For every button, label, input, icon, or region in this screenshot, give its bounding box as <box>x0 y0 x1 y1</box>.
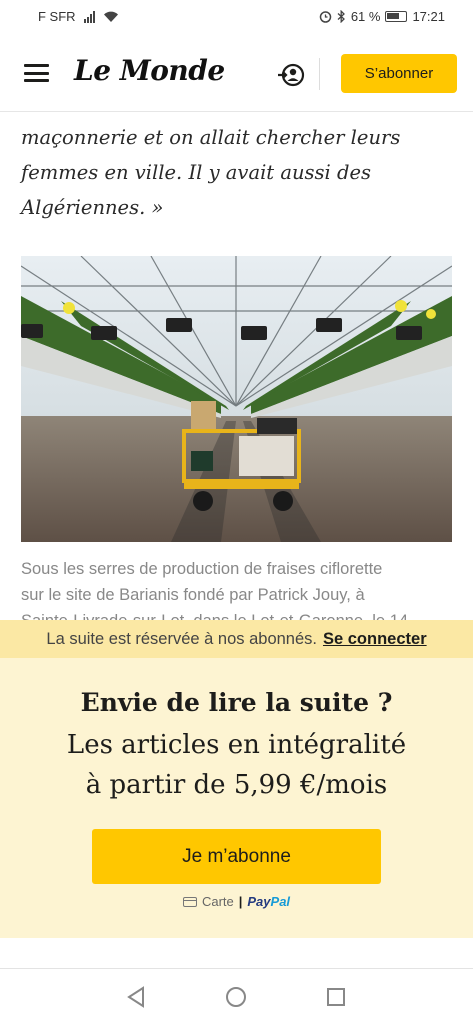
bluetooth-icon <box>337 10 345 23</box>
payment-methods: Carte | PayPal <box>0 894 473 909</box>
site-header: Le Monde S’abonner <box>0 36 473 112</box>
status-left: F SFR <box>38 9 119 24</box>
payment-separator: | <box>238 894 243 909</box>
recent-apps-icon[interactable] <box>327 988 345 1006</box>
account-login-icon[interactable] <box>276 62 306 88</box>
paywall-panel: Envie de lire la suite ? Les articles en… <box>0 658 473 938</box>
back-icon[interactable] <box>126 986 146 1008</box>
article-photo[interactable] <box>21 256 452 542</box>
battery-percent: 61 % <box>350 9 381 24</box>
system-nav-bar <box>0 972 473 1024</box>
le-monde-logo[interactable]: Le Monde <box>74 54 225 87</box>
carrier-label: F SFR <box>38 9 76 24</box>
signal-icon <box>83 10 95 23</box>
subscribe-cta-button[interactable]: Je m’abonne <box>92 829 381 884</box>
quote-line: Algériennes. » <box>21 196 164 219</box>
quote-line: maçonnerie et on allait chercher leurs <box>21 126 401 149</box>
caption-line: Sous les serres de production de fraises… <box>21 560 383 578</box>
wifi-icon <box>103 11 118 22</box>
header-divider <box>319 58 320 90</box>
alarm-icon <box>319 11 332 23</box>
paywall-title: Envie de lire la suite ? <box>80 688 393 717</box>
caption-line: sur le site de Barianis fondé par Patric… <box>21 586 365 604</box>
credit-card-icon <box>182 896 197 907</box>
quote-line: femmes en ville. Il y avait aussi des <box>21 161 372 184</box>
article-quote: maçonnerie et on allait chercher leurs f… <box>21 120 451 225</box>
battery-icon <box>385 11 408 22</box>
clock: 17:21 <box>412 9 445 24</box>
paywall-line: Les articles en intégralité <box>66 730 407 760</box>
payment-card-label: Carte <box>201 894 234 909</box>
bottom-divider <box>0 968 473 969</box>
paypal-logo-pal: Pal <box>270 894 291 909</box>
status-bar: F SFR 61 % 17:21 <box>0 0 473 36</box>
status-right: 61 % 17:21 <box>319 9 445 24</box>
hamburger-menu-icon[interactable] <box>24 64 49 82</box>
paywall-bar-text: La suite est réservée à nos abonnés. <box>46 629 317 648</box>
paywall-price-line: à partir de 5,99 €/mois <box>85 770 388 800</box>
login-link[interactable]: Se connecter <box>323 630 427 649</box>
home-icon[interactable] <box>226 987 246 1007</box>
paywall-login-bar: La suite est réservée à nos abonnés. Se … <box>0 620 473 658</box>
subscribe-button[interactable]: S’abonner <box>341 54 457 93</box>
greenhouse-image <box>21 256 452 542</box>
paypal-logo: PayPal <box>247 894 290 909</box>
paypal-logo-pay: Pay <box>247 894 271 909</box>
